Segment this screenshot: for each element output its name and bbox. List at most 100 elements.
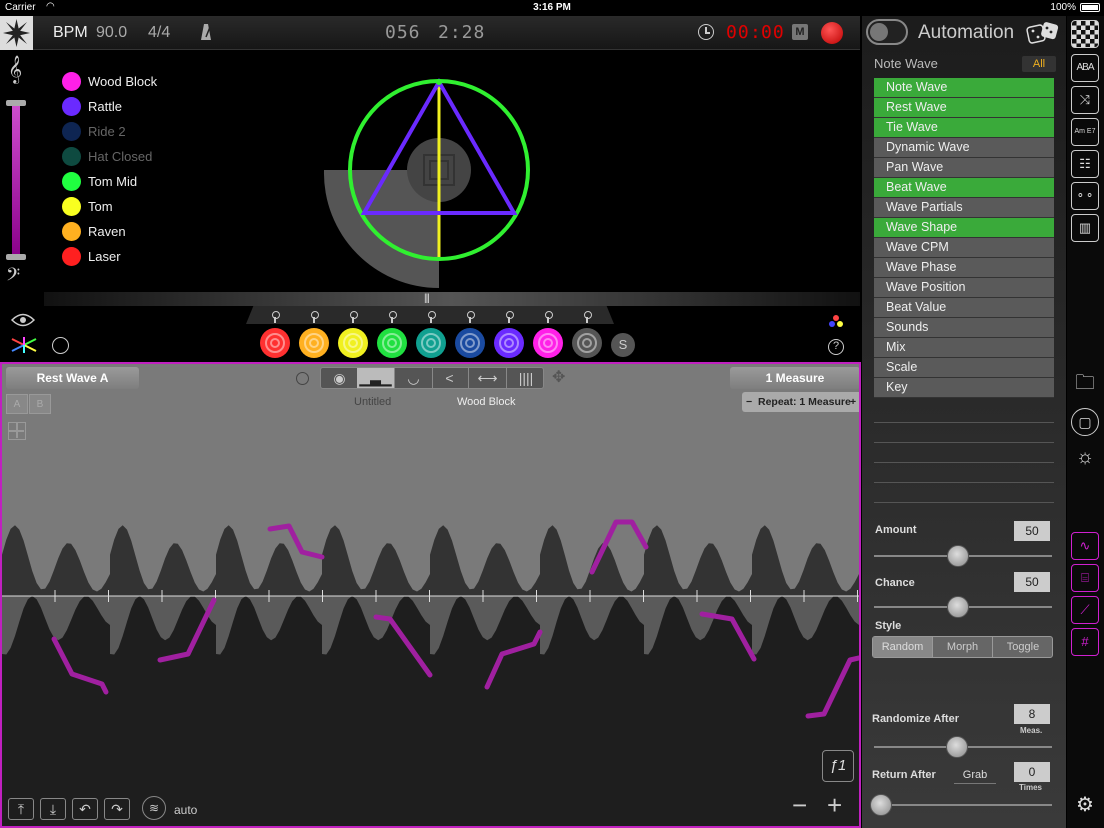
return-value[interactable]: 0	[1014, 762, 1050, 782]
settings-gear-icon[interactable]: ⚙	[1071, 792, 1099, 820]
automation-curve-segment[interactable]	[805, 655, 859, 719]
shuffle-icon[interactable]: ⤨	[1071, 86, 1099, 114]
stop-icon[interactable]: ▢	[1071, 408, 1099, 436]
automation-item[interactable]: Rest Wave	[874, 98, 1054, 118]
style-toggle[interactable]: Toggle	[993, 637, 1053, 657]
dice-icon[interactable]	[1026, 21, 1060, 45]
function-button[interactable]: ƒ1	[822, 750, 854, 782]
volume-end-knob[interactable]	[6, 254, 26, 260]
drum-pad[interactable]	[494, 328, 524, 358]
repeat-minus-button[interactable]: −	[746, 392, 752, 412]
wave-icon[interactable]: ∿	[1071, 532, 1099, 560]
aba-icon[interactable]: ABA	[1071, 54, 1099, 82]
automation-curve-segment[interactable]	[484, 629, 543, 690]
pattern-visualizer[interactable]	[300, 60, 580, 300]
sun-icon[interactable]: ☼	[1071, 444, 1099, 472]
repeat-plus-button[interactable]: +	[850, 392, 856, 412]
drum-pad[interactable]	[260, 328, 290, 358]
rgb-dots-icon[interactable]	[828, 314, 844, 328]
bars-icon[interactable]: ▥	[1071, 214, 1099, 242]
record-button[interactable]	[821, 22, 843, 44]
eye-icon[interactable]	[10, 313, 36, 327]
amount-value[interactable]: 50	[1014, 521, 1050, 541]
randomize-slider-knob[interactable]	[946, 736, 968, 758]
all-button[interactable]: All	[1022, 56, 1056, 72]
folder-icon[interactable]: 🗀	[1071, 370, 1099, 398]
flat-tool-button[interactable]: ▁▃▁	[357, 368, 395, 388]
angle-tool-button[interactable]: <	[431, 368, 469, 388]
time-signature[interactable]: 4/4	[148, 24, 170, 42]
drum-pad[interactable]	[416, 328, 446, 358]
automation-item[interactable]: Wave CPM	[874, 238, 1054, 258]
automation-item[interactable]: Wave Shape	[874, 218, 1054, 238]
automation-item[interactable]: Wave Partials	[874, 198, 1054, 218]
measure-button[interactable]: 1 Measure	[730, 367, 859, 389]
volume-slider[interactable]	[6, 100, 26, 260]
chance-slider-knob[interactable]	[947, 596, 969, 618]
editor-radio[interactable]	[296, 372, 309, 385]
color-burst-icon[interactable]	[10, 336, 38, 354]
randomize-value[interactable]: 8	[1014, 704, 1050, 724]
style-morph[interactable]: Morph	[933, 637, 993, 657]
curve-tool-button[interactable]: ◡	[395, 368, 433, 388]
move-icon[interactable]: ✥	[552, 369, 570, 387]
automation-item[interactable]: Wave Position	[874, 278, 1054, 298]
automation-item[interactable]: Beat Value	[874, 298, 1054, 318]
automation-item[interactable]: Sounds	[874, 318, 1054, 338]
automation-item[interactable]: Pan Wave	[874, 158, 1054, 178]
automation-item[interactable]: Mix	[874, 338, 1054, 358]
m-button[interactable]: M	[792, 24, 808, 40]
style-random[interactable]: Random	[873, 637, 933, 657]
app-logo-icon[interactable]	[0, 16, 33, 50]
automation-item[interactable]: Tie Wave	[874, 118, 1054, 138]
drum-pad[interactable]	[299, 328, 329, 358]
drum-pad[interactable]	[533, 328, 563, 358]
solo-button[interactable]: S	[611, 333, 635, 357]
zoom-in-button[interactable]: +	[827, 790, 842, 821]
steps-icon[interactable]: ⟋	[1071, 596, 1099, 624]
automation-toggle[interactable]	[866, 19, 908, 45]
eye-tool-button[interactable]: ◉	[321, 368, 359, 388]
wave-editor[interactable]: Rest Wave A ◉ ▁▃▁ ◡ < ⟷ |||| ✥ Untitled …	[0, 362, 861, 828]
automation-item[interactable]: Note Wave	[874, 78, 1054, 98]
amount-slider-knob[interactable]	[947, 545, 969, 567]
drum-pad[interactable]	[572, 328, 602, 358]
drum-pad[interactable]	[455, 328, 485, 358]
undo-button[interactable]: ↶	[72, 798, 98, 820]
zoom-out-button[interactable]: −	[792, 790, 807, 821]
checker-icon[interactable]	[1071, 20, 1099, 48]
shift-down-button[interactable]: ⤓	[40, 798, 66, 820]
chord-icon[interactable]: Am E7	[1071, 118, 1099, 146]
tab-a[interactable]: A	[6, 394, 28, 414]
tab-b[interactable]: B	[29, 394, 51, 414]
redo-button[interactable]: ↷	[104, 798, 130, 820]
record-mode-circle[interactable]	[52, 337, 69, 354]
circles-icon[interactable]: ⚬⚬	[1071, 182, 1099, 210]
grab-button[interactable]: Grab	[954, 766, 996, 784]
automation-item[interactable]: Dynamic Wave	[874, 138, 1054, 158]
volume-knob[interactable]	[6, 100, 26, 106]
stretch-tool-button[interactable]: ⟷	[469, 368, 507, 388]
automation-curve-segment[interactable]	[51, 636, 109, 695]
shift-up-button[interactable]: ⤒	[8, 798, 34, 820]
return-slider-track[interactable]	[874, 804, 1052, 806]
drum-pad[interactable]	[338, 328, 368, 358]
drum-pad[interactable]	[377, 328, 407, 358]
return-slider-knob[interactable]	[870, 794, 892, 816]
metronome-icon[interactable]	[200, 23, 212, 41]
timeline-scrubber[interactable]: |||	[44, 292, 860, 306]
auto-icon[interactable]: ≋	[142, 796, 166, 820]
automation-item[interactable]: Key	[874, 378, 1054, 398]
grid-tool-button[interactable]: ||||	[507, 368, 545, 388]
hash-grid-icon[interactable]: #	[1071, 628, 1099, 656]
grid-icon[interactable]	[8, 422, 26, 440]
wave-name-tab[interactable]: Rest Wave A	[6, 367, 139, 389]
automation-item[interactable]: Wave Phase	[874, 258, 1054, 278]
automation-item[interactable]: Beat Wave	[874, 178, 1054, 198]
bpm-value[interactable]: 90.0	[96, 24, 127, 42]
grid-layout-icon[interactable]: ☷	[1071, 150, 1099, 178]
help-button[interactable]: ?	[828, 339, 844, 355]
clock-icon[interactable]	[698, 24, 714, 40]
wave-canvas[interactable]	[2, 364, 859, 826]
cylinder-icon[interactable]: ⌸	[1071, 564, 1099, 592]
